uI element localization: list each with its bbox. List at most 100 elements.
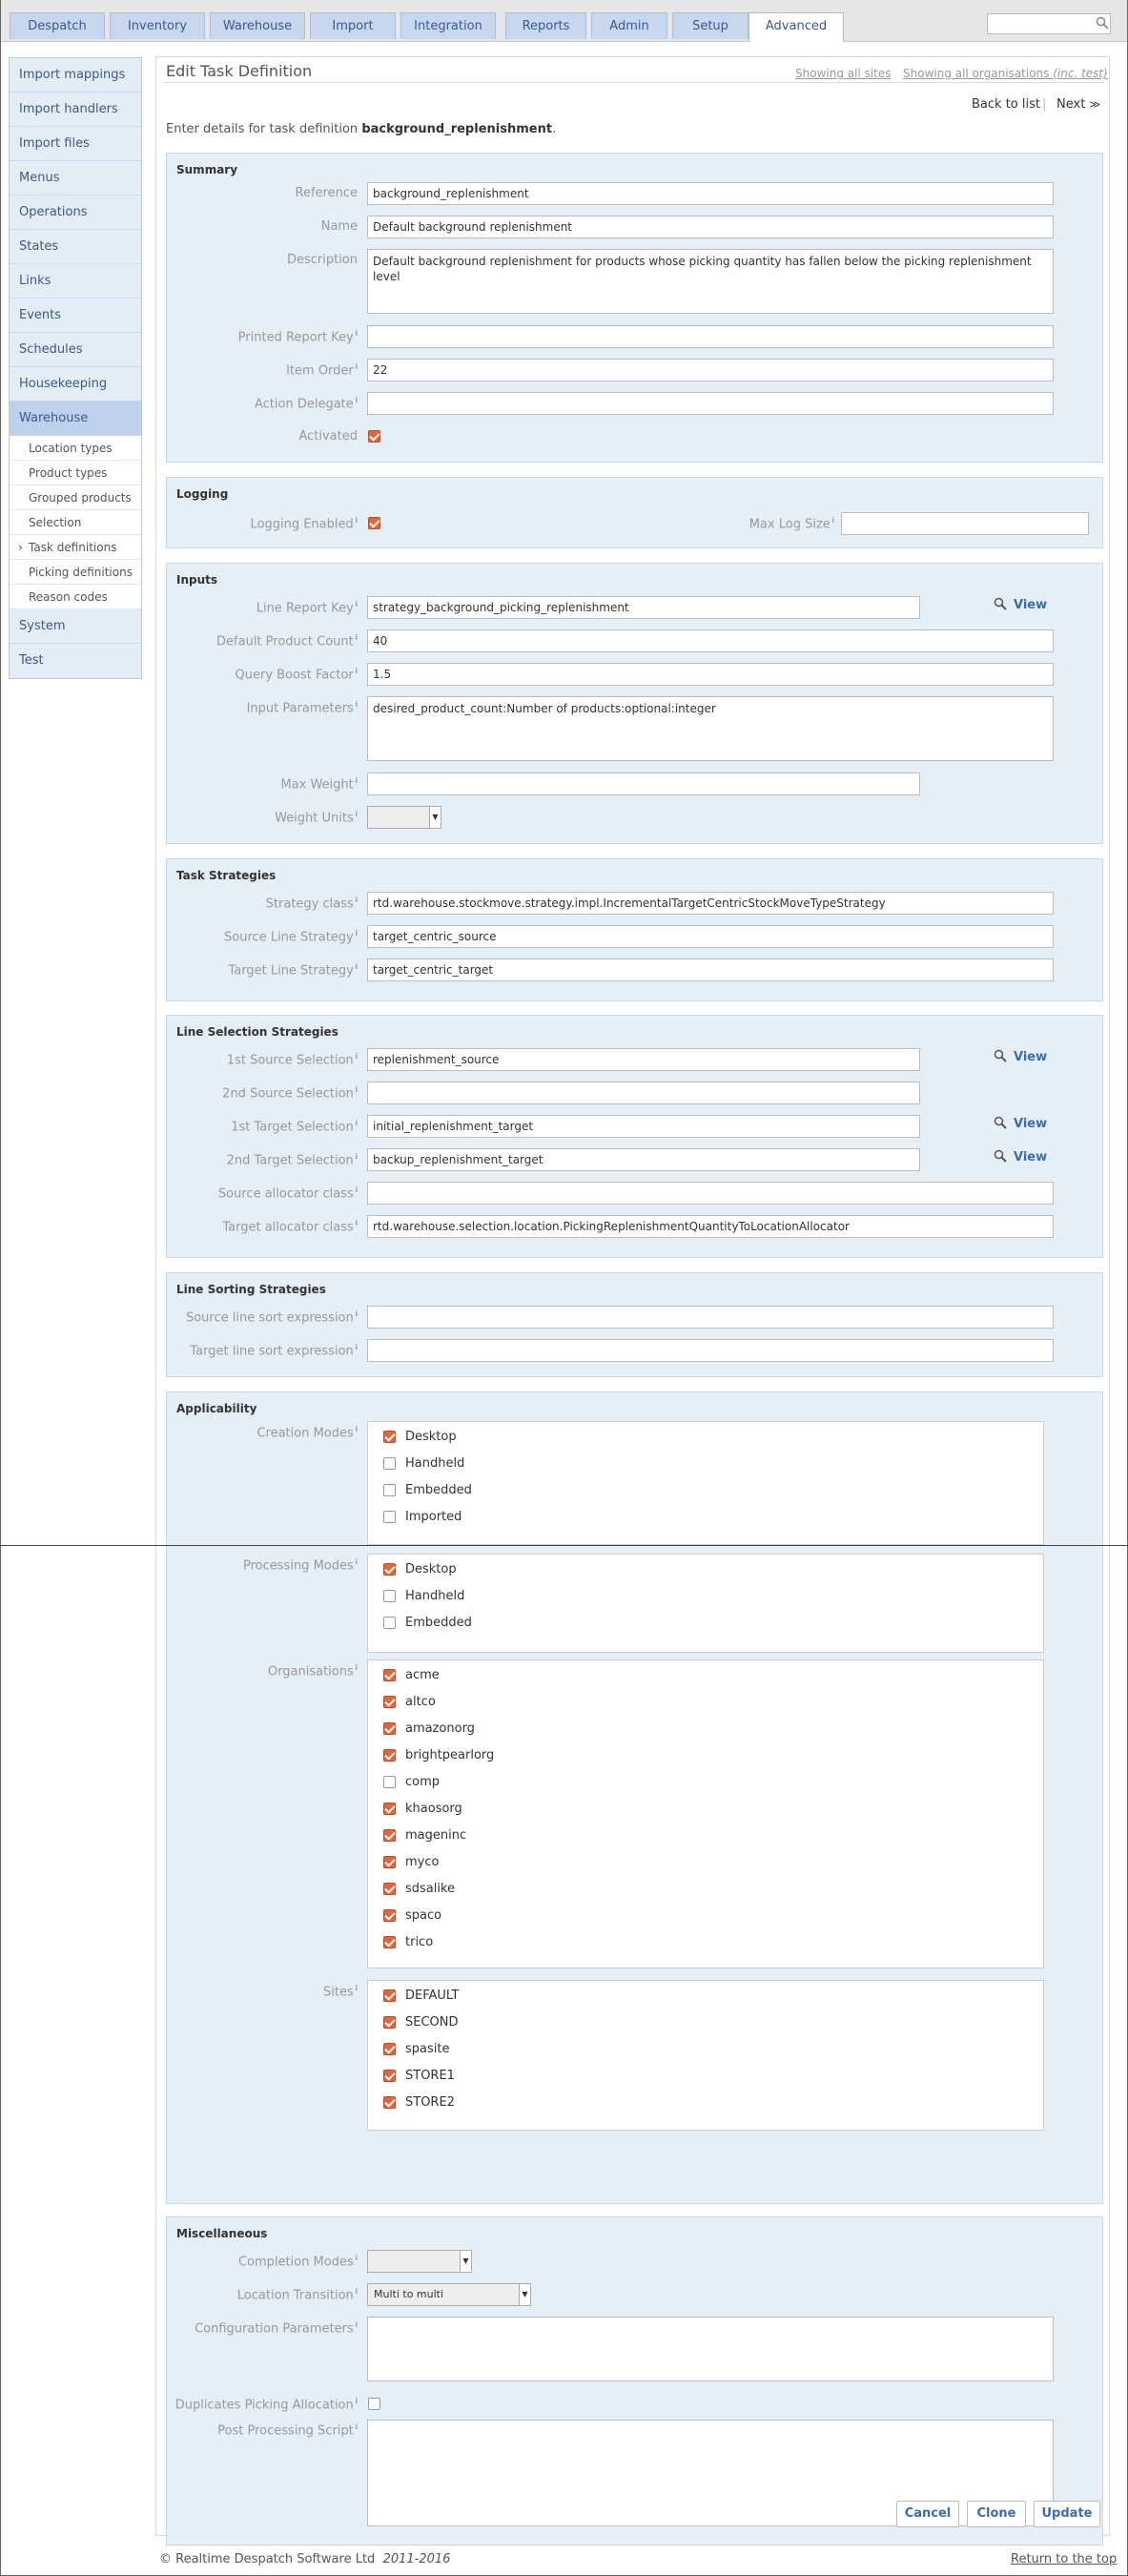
info-icon[interactable]: i [356,1557,358,1566]
info-icon[interactable]: i [356,1052,358,1061]
creation-mode-checkbox[interactable] [383,1457,396,1470]
clone-button[interactable]: Clone [967,2501,1026,2527]
weight-units-select[interactable]: ▼ [367,806,441,829]
configuration-parameters-textarea[interactable] [367,2317,1054,2381]
info-icon[interactable]: i [356,1663,358,1672]
back-to-list-link[interactable]: Back to list [972,97,1040,112]
source-allocator-field[interactable] [367,1182,1054,1205]
activated-checkbox[interactable] [368,430,380,443]
view-second-target-link[interactable]: View [1014,1150,1047,1164]
strategy-class-field[interactable]: rtd.warehouse.stockmove.strategy.impl.In… [367,892,1054,915]
magnifier-icon[interactable] [994,1116,1007,1129]
target-allocator-field[interactable]: rtd.warehouse.selection.location.Picking… [367,1215,1054,1238]
info-icon[interactable]: i [356,1085,358,1094]
site-checkbox[interactable] [383,1989,396,2002]
site-checkbox[interactable] [383,2070,396,2082]
info-icon[interactable]: i [356,2397,358,2405]
tab-setup[interactable]: Setup [672,12,749,39]
item-order-field[interactable]: 22 [367,359,1054,381]
info-icon[interactable]: i [356,1309,358,1318]
info-icon[interactable]: i [356,1343,358,1351]
info-icon[interactable]: i [356,396,358,404]
sidebar-subitem-product-types[interactable]: Product types [10,461,141,485]
info-icon[interactable]: i [356,2254,358,2262]
sidebar-item-operations[interactable]: Operations [10,196,141,230]
completion-modes-select[interactable]: ▼ [367,2250,472,2273]
tab-admin[interactable]: Admin [591,12,667,39]
info-icon[interactable]: i [356,700,358,709]
query-boost-factor-field[interactable]: 1.5 [367,663,1054,686]
sidebar-item-warehouse[interactable]: Warehouse [10,402,141,436]
tab-reports[interactable]: Reports [505,12,586,39]
organisation-checkbox[interactable] [383,1803,396,1815]
reference-field[interactable]: background_replenishment [367,182,1054,205]
sidebar-item-events[interactable]: Events [10,299,141,333]
source-sort-field[interactable] [367,1306,1054,1329]
info-icon[interactable]: i [356,667,358,675]
cancel-button[interactable]: Cancel [896,2501,959,2527]
search-input[interactable] [987,13,1111,34]
info-icon[interactable]: i [356,2287,358,2296]
organisation-checkbox[interactable] [383,1883,396,1895]
showing-all-orgs-link[interactable]: Showing all organisations (inc. test) [903,67,1108,80]
organisation-checkbox[interactable] [383,1829,396,1842]
magnifier-icon[interactable] [994,597,1007,610]
tab-warehouse[interactable]: Warehouse [210,12,305,39]
tab-inventory[interactable]: Inventory [110,12,205,39]
sidebar-item-housekeeping[interactable]: Housekeeping [10,367,141,402]
organisation-checkbox[interactable] [383,1669,396,1681]
processing-mode-checkbox[interactable] [383,1590,396,1602]
tab-integration[interactable]: Integration [400,12,496,39]
line-report-key-field[interactable]: strategy_background_picking_replenishmen… [367,596,920,619]
default-product-count-field[interactable]: 40 [367,629,1054,652]
sidebar-item-system[interactable]: System [10,609,141,644]
action-delegate-field[interactable] [367,392,1054,415]
first-target-field[interactable]: initial_replenishment_target [367,1115,920,1138]
second-target-field[interactable]: backup_replenishment_target [367,1148,920,1171]
sidebar-item-import-mappings[interactable]: Import mappings [10,58,141,93]
site-checkbox[interactable] [383,2016,396,2029]
input-parameters-textarea[interactable]: desired_product_count:Number of products… [367,696,1054,761]
info-icon[interactable]: i [356,2422,358,2431]
info-icon[interactable]: i [356,633,358,642]
next-link[interactable]: Next ≫ [1056,97,1100,112]
info-icon[interactable]: i [356,362,358,371]
sidebar-item-schedules[interactable]: Schedules [10,333,141,367]
second-source-field[interactable] [367,1082,920,1104]
organisation-checkbox[interactable] [383,1696,396,1708]
target-line-strategy-field[interactable]: target_centric_target [367,958,1054,981]
info-icon[interactable]: i [356,2320,358,2329]
organisation-checkbox[interactable] [383,1722,396,1735]
creation-mode-checkbox[interactable] [383,1484,396,1496]
sidebar-item-states[interactable]: States [10,230,141,264]
organisation-checkbox[interactable] [383,1776,396,1788]
sidebar-subitem-task-definitions[interactable]: › Task definitions [10,535,141,560]
name-field[interactable]: Default background replenishment [367,216,1054,238]
tab-despatch[interactable]: Despatch [10,12,105,39]
info-icon[interactable]: i [356,329,358,338]
creation-mode-checkbox[interactable] [383,1511,396,1523]
info-icon[interactable]: i [356,1219,358,1227]
processing-mode-checkbox[interactable] [383,1563,396,1576]
info-icon[interactable]: i [356,1119,358,1127]
magnifier-icon[interactable] [994,1149,1007,1163]
info-icon[interactable]: i [356,1984,358,1992]
first-source-field[interactable]: replenishment_source [367,1048,920,1071]
printed-report-key-field[interactable] [367,325,1054,348]
info-icon[interactable]: i [356,1185,358,1194]
sidebar-item-import-files[interactable]: Import files [10,127,141,161]
max-weight-field[interactable] [367,773,920,795]
logging-enabled-checkbox[interactable] [368,517,380,529]
info-icon[interactable]: i [356,810,358,818]
info-icon[interactable]: i [832,516,834,525]
tab-advanced[interactable]: Advanced [749,12,844,42]
sidebar-item-menus[interactable]: Menus [10,161,141,196]
view-first-source-link[interactable]: View [1014,1050,1047,1064]
showing-all-sites-link[interactable]: Showing all sites [795,67,892,80]
duplicates-picking-allocation-checkbox[interactable] [368,2398,380,2410]
sidebar-item-links[interactable]: Links [10,264,141,299]
view-first-target-link[interactable]: View [1014,1117,1047,1131]
sidebar-item-test[interactable]: Test [10,644,141,678]
target-sort-field[interactable] [367,1339,1054,1362]
update-button[interactable]: Update [1034,2501,1100,2527]
